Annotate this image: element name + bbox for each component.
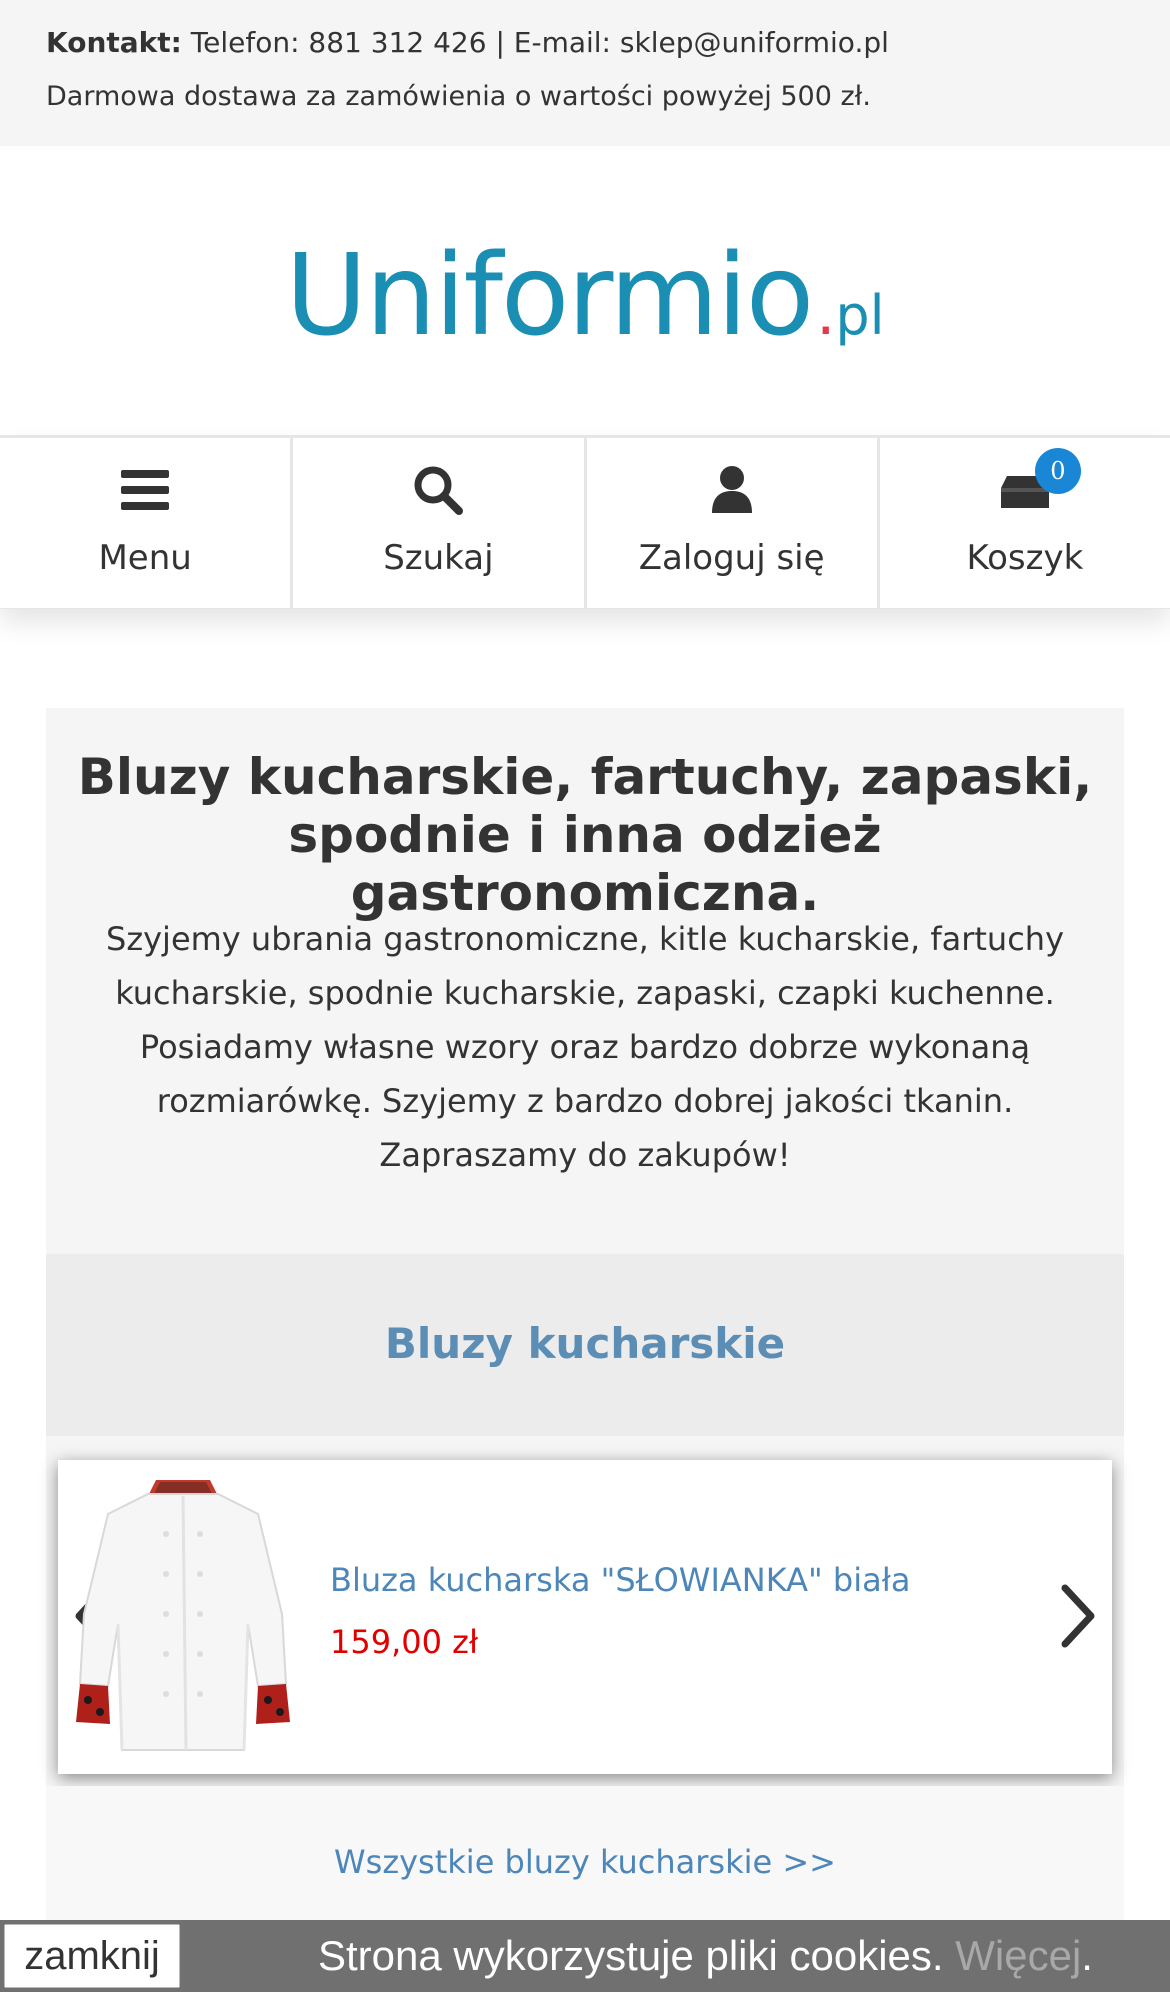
nav-menu-label: Menu (98, 538, 192, 578)
cookie-close-button[interactable]: zamknij (4, 1924, 180, 1988)
nav-cart-label: Koszyk (966, 538, 1084, 578)
cookie-message: Strona wykorzystuje pliki cookies. Więce… (318, 1928, 1093, 1984)
cookie-text: Strona wykorzystuje pliki cookies. (318, 1932, 956, 1979)
product-name-link[interactable]: Bluza kucharska "SŁOWIANKA" biała (330, 1558, 910, 1602)
product-price: 159,00 zł (330, 1623, 479, 1661)
cart-count-badge: 0 (1034, 448, 1081, 494)
nav-menu[interactable]: Menu (0, 438, 294, 608)
logo-tld: pl (835, 284, 885, 347)
category-section-header: Bluzy kucharskie (46, 1254, 1124, 1436)
nav-search[interactable]: Szukaj (293, 438, 587, 608)
logo-area: Uniformio . pl (0, 146, 1170, 436)
hamburger-icon (115, 460, 175, 520)
all-products-link[interactable]: Wszystkie bluzy kucharskie >> (46, 1840, 1124, 1884)
logo-dot: . (816, 279, 836, 349)
carousel-next-button[interactable] (1054, 1578, 1104, 1654)
chevron-right-icon (1061, 1584, 1095, 1648)
site-logo[interactable]: Uniformio . pl (285, 240, 884, 352)
cookie-text-end: . (1081, 1932, 1093, 1979)
logo-main-text: Uniformio (285, 231, 814, 361)
cart-icon: 0 (995, 448, 1081, 520)
intro-text: Szyjemy ubrania gastronomiczne, kitle ku… (106, 920, 1064, 1174)
nav-cart[interactable]: 0 Koszyk (880, 438, 1170, 608)
nav-search-label: Szukaj (383, 538, 494, 578)
contact-label: Kontakt: (46, 26, 182, 59)
search-icon (408, 460, 468, 520)
cookie-more-link[interactable]: Więcej (955, 1932, 1081, 1979)
nav-login-label: Zaloguj się (638, 538, 825, 578)
nav-login[interactable]: Zaloguj się (587, 438, 880, 608)
contact-line: Kontakt: Telefon: 881 312 426 | E-mail: … (46, 22, 1124, 64)
product-image[interactable] (68, 1474, 298, 1760)
page-title: Bluzy kucharskie, fartuchy, zapaski, spo… (77, 748, 1093, 922)
free-shipping-note: Darmowa dostawa za zamówienia o wartości… (46, 81, 871, 112)
content-panel: Bluzy kucharskie, fartuchy, zapaski, spo… (46, 708, 1124, 1992)
user-icon (702, 460, 762, 520)
main-nav: Menu Szukaj Zaloguj się 0 Koszyk (0, 435, 1170, 609)
category-title[interactable]: Bluzy kucharskie (46, 1316, 1124, 1372)
top-info-bar: Kontakt: Telefon: 881 312 426 | E-mail: … (0, 0, 1170, 146)
contact-text[interactable]: Telefon: 881 312 426 | E-mail: sklep@uni… (182, 26, 889, 59)
product-carousel: Bluza kucharska "SŁOWIANKA" biała 159,00… (58, 1460, 1112, 1774)
cookie-banner: zamknij Strona wykorzystuje pliki cookie… (0, 1920, 1170, 1992)
